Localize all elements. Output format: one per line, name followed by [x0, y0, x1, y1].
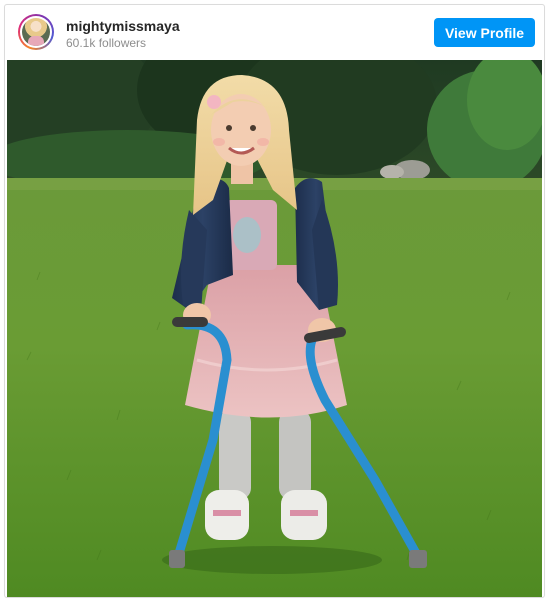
instagram-embed-card: mightymissmaya 60.1k followers View Prof… [4, 4, 545, 598]
post-image [7, 60, 542, 597]
post-header: mightymissmaya 60.1k followers View Prof… [5, 5, 544, 60]
follower-count: 60.1k followers [66, 36, 147, 50]
view-profile-button[interactable]: View Profile [434, 18, 535, 47]
avatar-photo [22, 18, 50, 46]
profile-avatar[interactable] [18, 14, 54, 50]
post-photo[interactable] [7, 60, 542, 597]
username-link[interactable]: mightymissmaya [66, 18, 180, 34]
